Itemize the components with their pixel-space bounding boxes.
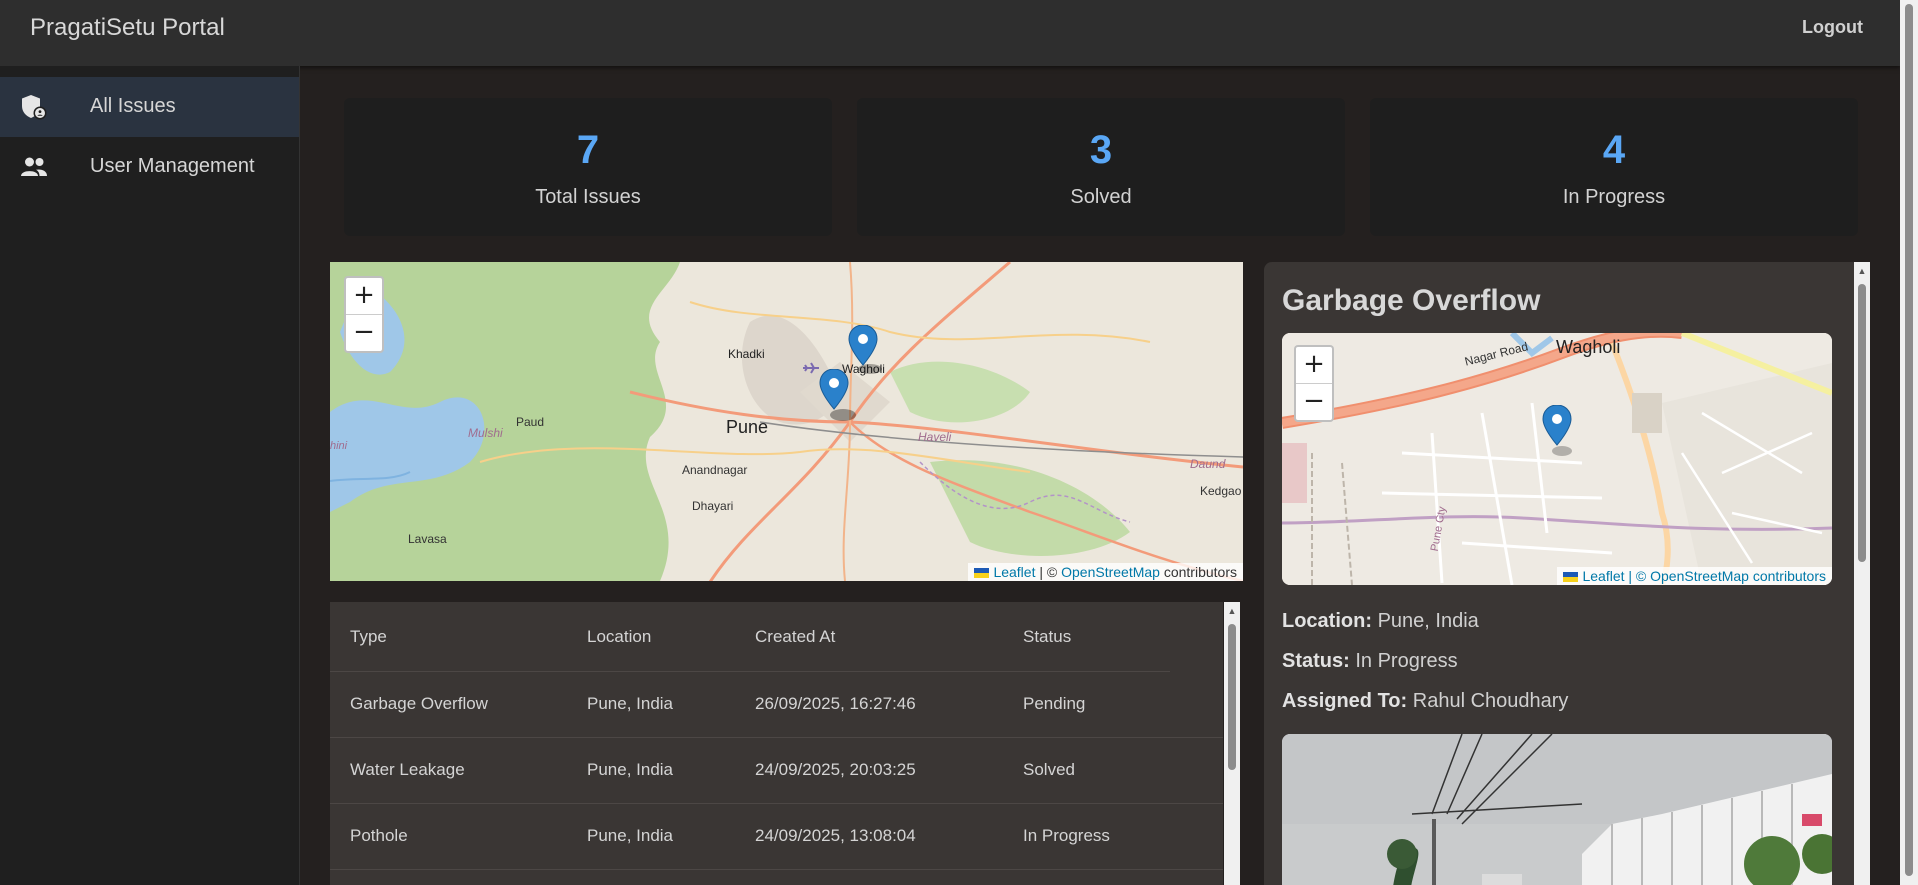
attribution-text[interactable]: Leaflet | © OpenStreetMap contributors (1582, 568, 1826, 584)
assigned-label: Assigned To: (1282, 690, 1408, 712)
cell-status: Pending (1023, 694, 1086, 713)
sidebar: All Issues User Management (0, 66, 300, 885)
map-zoom-control: + − (1294, 345, 1334, 422)
ukraine-flag-icon (1563, 572, 1579, 583)
issue-photo (1282, 734, 1832, 885)
cell-type: Water Leakage (350, 760, 465, 779)
map-place-label: Paud (516, 415, 545, 429)
zoom-in-button[interactable]: + (346, 278, 382, 314)
detail-scrollbar[interactable]: ▲ (1854, 262, 1870, 885)
stat-label: Total Issues (535, 186, 641, 208)
sidebar-item-label: All Issues (90, 95, 176, 117)
location-value: Pune, India (1377, 610, 1479, 632)
issue-title: Garbage Overflow (1282, 284, 1541, 317)
cell-created-at: 24/09/2025, 13:08:04 (755, 826, 916, 845)
attribution-separator: | © (1039, 564, 1058, 580)
stat-label: Solved (1070, 186, 1132, 208)
zoom-in-button[interactable]: + (1296, 347, 1332, 383)
map-place-label: Anandnagar (682, 463, 748, 477)
map-marker-icon[interactable] (848, 325, 884, 375)
map-zoom-control: + − (344, 276, 384, 353)
table-scrollbar[interactable]: ▲ (1224, 602, 1240, 885)
column-header-status: Status (1023, 627, 1072, 646)
attribution-suffix: contributors (1163, 564, 1237, 580)
status-label: Status: (1282, 650, 1350, 672)
row-divider (330, 869, 1223, 870)
sidebar-item-all-issues[interactable]: All Issues (0, 77, 299, 137)
ukraine-flag-icon (974, 568, 990, 579)
overview-map[interactable]: Khadki Wagholi Pune Paud Mulshi Haveli A… (330, 262, 1243, 581)
map-attribution: Leaflet | © OpenStreetMap contributors (1557, 567, 1832, 585)
issue-photo-image (1282, 734, 1832, 885)
issue-status: Status: In Progress (1282, 650, 1458, 673)
logout-button[interactable]: Logout (1802, 17, 1863, 38)
row-divider (330, 671, 1170, 672)
map-place-label: Khadki (728, 347, 765, 361)
leaflet-link[interactable]: Leaflet (993, 564, 1035, 580)
zoom-out-button[interactable]: − (1296, 383, 1332, 420)
map-attribution: Leaflet | © OpenStreetMap contributors (968, 563, 1243, 581)
stat-label: In Progress (1562, 186, 1666, 208)
column-header-created-at: Created At (755, 627, 836, 646)
airport-icon (803, 362, 819, 374)
scrollbar-thumb[interactable] (1228, 624, 1236, 770)
scroll-up-arrow-icon[interactable]: ▲ (1854, 264, 1870, 278)
map-tiles (330, 262, 1243, 581)
cell-location: Pune, India (587, 694, 674, 713)
stat-card-solved: 3 Solved (857, 98, 1345, 236)
app-title: PragatiSetu Portal (30, 14, 225, 41)
map-tiles (1282, 333, 1832, 585)
cell-type: Pothole (350, 826, 408, 845)
shield-icon (22, 95, 47, 120)
map-place-label: Haveli (918, 430, 952, 444)
row-divider (330, 803, 1223, 804)
map-place-label: hini (330, 440, 348, 452)
stat-value: 7 (576, 128, 600, 172)
stat-value: 3 (1089, 128, 1113, 172)
osm-link[interactable]: OpenStreetMap (1061, 564, 1160, 580)
stat-card-total: 7 Total Issues (344, 98, 832, 236)
map-place-label: Wagholi (1556, 337, 1621, 357)
map-place-label: Dhayari (692, 499, 734, 513)
status-value: In Progress (1355, 650, 1458, 672)
issue-location: Location: Pune, India (1282, 610, 1479, 633)
cell-status: Solved (1023, 760, 1075, 779)
issue-assignee: Assigned To: Rahul Choudhary (1282, 690, 1568, 713)
column-header-type: Type (350, 627, 387, 646)
cell-location: Pune, India (587, 760, 674, 779)
map-marker-icon[interactable] (819, 369, 859, 423)
sidebar-item-label: User Management (90, 155, 255, 177)
column-header-location: Location (587, 627, 652, 646)
cell-location: Pune, India (587, 826, 674, 845)
cell-created-at: 26/09/2025, 16:27:46 (755, 694, 916, 713)
scrollbar-thumb[interactable] (1858, 284, 1866, 562)
cell-created-at: 24/09/2025, 20:03:25 (755, 760, 916, 779)
page-scrollbar[interactable] (1900, 0, 1918, 885)
sidebar-item-user-management[interactable]: User Management (0, 137, 299, 197)
map-place-label: Lavasa (408, 532, 447, 546)
map-place-label: Mulshi (468, 426, 503, 440)
map-place-label: Daund (1190, 457, 1226, 471)
assigned-value: Rahul Choudhary (1412, 690, 1569, 712)
map-place-label: Kedgao (1200, 484, 1242, 498)
scroll-up-arrow-icon[interactable]: ▲ (1224, 604, 1240, 618)
detail-map[interactable]: Wagholi Nagar Road Pune Cty + − Leaflet … (1282, 333, 1832, 585)
row-divider (330, 737, 1223, 738)
scrollbar-thumb[interactable] (1905, 4, 1913, 876)
issue-detail-panel: Garbage Overflow Wagholi Nagar Road Pune… (1264, 262, 1854, 885)
stat-card-in-progress: 4 In Progress (1370, 98, 1858, 236)
zoom-out-button[interactable]: − (346, 314, 382, 351)
issues-table: Type Location Created At Status Garbage … (330, 602, 1223, 885)
people-icon (21, 157, 47, 176)
location-label: Location: (1282, 610, 1372, 632)
cell-status: In Progress (1023, 826, 1110, 845)
top-bar: PragatiSetu Portal Logout (0, 0, 1900, 66)
stat-value: 4 (1602, 128, 1626, 172)
cell-type: Garbage Overflow (350, 694, 488, 713)
map-place-label: Pune (726, 417, 769, 437)
map-marker-icon[interactable] (1542, 405, 1578, 459)
